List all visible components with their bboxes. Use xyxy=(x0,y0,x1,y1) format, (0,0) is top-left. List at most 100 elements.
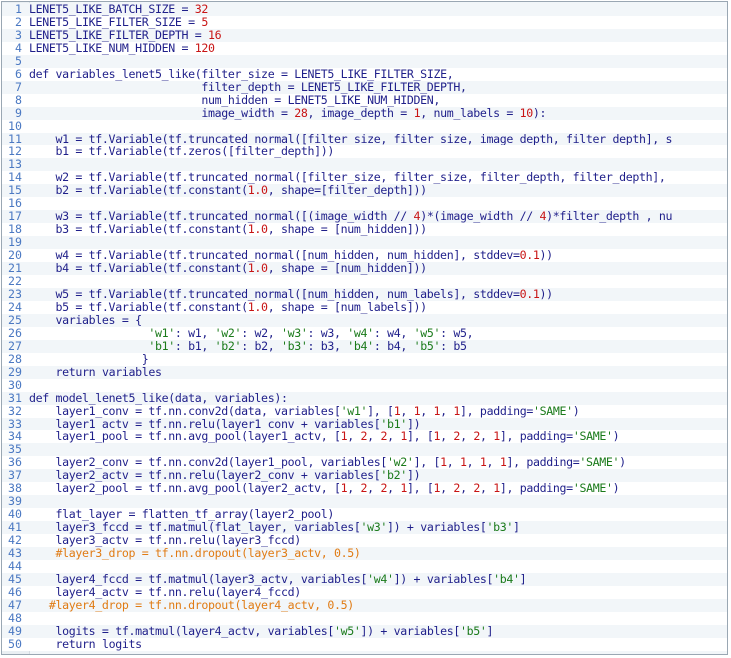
code-text: layer3_fccd = tf.matmul(flat_layer, vari… xyxy=(29,520,520,534)
code-token-plain: : b4, xyxy=(373,338,414,353)
code-text: b1 = tf.Variable(tf.zeros([filter_depth]… xyxy=(29,144,335,158)
code-token-num: 1 xyxy=(400,429,407,444)
code-token-plain: : b3, xyxy=(307,338,348,353)
code-token-plain: )) xyxy=(539,248,554,263)
code-token-plain: num_hidden = LENET5_LIKE_NUM_HIDDEN, xyxy=(29,92,441,107)
code-text: b4 = tf.Variable(tf.constant(1.0, shape … xyxy=(29,261,428,276)
code-line[interactable]: 29 return variables xyxy=(2,364,727,379)
code-line[interactable]: 12 b1 = tf.Variable(tf.zeros([filter_dep… xyxy=(2,144,727,159)
code-token-str: 'b5' xyxy=(413,338,441,353)
code-token-num: 1 xyxy=(440,455,447,470)
code-text: variables = { xyxy=(29,312,143,327)
code-token-plain: w2 = tf.Variable(tf.truncated_normal([fi… xyxy=(29,170,673,185)
line-number: 47 xyxy=(8,597,22,612)
line-number: 2 xyxy=(15,14,22,29)
code-text: layer1_conv = tf.nn.conv2d(data, variabl… xyxy=(29,403,580,418)
code-text: } xyxy=(29,351,149,366)
code-line[interactable]: 34 layer1_pool = tf.nn.avg_pool(layer1_a… xyxy=(2,429,727,444)
line-number: 48 xyxy=(8,610,22,625)
line-number: 4 xyxy=(15,40,22,55)
code-token-kw: def xyxy=(29,66,56,81)
code-token-plain: , xyxy=(387,429,401,444)
line-number: 26 xyxy=(8,325,22,340)
code-text: def variables_lenet5_like(filter_size = … xyxy=(29,66,454,81)
code-token-str: 'b5' xyxy=(459,623,487,638)
code-token-plain: b4 = tf.Variable(tf.constant( xyxy=(29,261,249,276)
code-token-num: 2 xyxy=(473,481,480,496)
code-token-plain: , xyxy=(347,481,361,496)
code-token-plain: ] xyxy=(513,520,520,535)
code-line[interactable]: 50 return logits xyxy=(2,636,727,651)
code-token-plain: layer1_actv = tf.nn.relu(layer1_conv + v… xyxy=(29,416,381,431)
line-number: 5 xyxy=(15,53,22,68)
code-token-plain: filter_depth = LENET5_LIKE_FILTER_DEPTH, xyxy=(29,79,467,94)
code-token-plain: w4 = tf.Variable(tf.truncated_normal([nu… xyxy=(29,248,520,263)
code-token-plain: logits = tf.matmul(layer4_actv, variable… xyxy=(29,623,335,638)
code-token-str: 'w2' xyxy=(214,325,242,340)
code-token-plain: )) xyxy=(539,286,554,301)
code-token-kw: return xyxy=(55,364,96,379)
code-text: layer4_fccd = tf.matmul(layer3_actv, var… xyxy=(29,572,527,586)
code-token-plain: : w3, xyxy=(307,325,348,340)
code-token-plain: model_lenet5_like(data, variables): xyxy=(55,390,288,405)
code-token-plain: : w4, xyxy=(373,325,414,340)
code-token-plain: LENET5_LIKE_FILTER_SIZE = xyxy=(29,14,202,29)
code-line[interactable]: 9 image_width = 28, image_depth = 1, num… xyxy=(2,105,727,120)
code-token-plain: , image_depth = xyxy=(307,105,414,120)
code-text: flat_layer = flatten_tf_array(layer2_poo… xyxy=(29,507,335,521)
code-line[interactable]: 18 b3 = tf.Variable(tf.constant(1.0, sha… xyxy=(2,222,727,237)
line-number: 29 xyxy=(8,364,22,379)
code-token-num: 1.0 xyxy=(247,183,268,198)
code-token-cmt: #layer4_drop = tf.nn.dropout(layer4_actv… xyxy=(29,597,354,612)
code-token-plain: layer3_actv = tf.nn.relu(layer3_fccd) xyxy=(29,533,302,548)
code-token-plain: , xyxy=(446,455,460,470)
code-token-plain: , xyxy=(460,429,474,444)
code-line[interactable]: 47 #layer4_drop = tf.nn.dropout(layer4_a… xyxy=(2,597,727,612)
code-token-str: 'w5' xyxy=(413,325,441,340)
code-token-plain: : w2, xyxy=(241,325,281,340)
code-text: LENET5_LIKE_NUM_HIDDEN = 120 xyxy=(29,41,215,55)
code-line[interactable]: 15 b2 = tf.Variable(tf.constant(1.0, sha… xyxy=(2,183,727,198)
code-token-plain: image_width = xyxy=(29,105,295,120)
code-line[interactable]: 43 #layer3_drop = tf.nn.dropout(layer3_a… xyxy=(2,547,727,560)
code-token-plain: variables xyxy=(95,364,162,379)
line-number: 31 xyxy=(8,390,22,405)
code-token-str: 'SAME' xyxy=(579,455,620,470)
code-token-str: 'SAME' xyxy=(572,481,613,496)
code-text: return variables xyxy=(29,365,162,379)
code-text: layer2_conv = tf.nn.conv2d(layer1_pool, … xyxy=(29,455,627,470)
code-token-plain: variables = { xyxy=(29,312,143,327)
code-token-num: 1.0 xyxy=(247,222,268,237)
code-line[interactable]: 21 b4 = tf.Variable(tf.constant(1.0, sha… xyxy=(2,261,727,276)
code-token-plain: ) xyxy=(572,403,580,418)
code-token-str: 'b2' xyxy=(214,338,242,353)
code-text: layer4_actv = tf.nn.relu(layer4_fccd) xyxy=(29,585,302,599)
code-text: w3 = tf.Variable(tf.truncated_normal([(i… xyxy=(29,209,673,223)
code-token-plain: , xyxy=(367,429,381,444)
code-token-plain: w1 = tf.Variable(tf.truncated_normal([fi… xyxy=(29,131,673,146)
code-text: LENET5_LIKE_BATCH_SIZE = 32 xyxy=(29,2,208,16)
code-token-plain: ], [ xyxy=(367,403,394,418)
code-token-plain: , shape = [num_labels])) xyxy=(267,299,427,314)
code-token-plain: , xyxy=(440,403,454,418)
code-line[interactable]: 4 LENET5_LIKE_NUM_HIDDEN = 120 xyxy=(2,40,727,55)
code-text: b3 = tf.Variable(tf.constant(1.0, shape … xyxy=(29,222,428,237)
code-text: b2 = tf.Variable(tf.constant(1.0, shape=… xyxy=(29,183,428,198)
code-token-plain: , xyxy=(400,403,414,418)
code-token-plain: ) xyxy=(612,429,620,444)
code-line[interactable]: 38 layer2_pool = tf.nn.avg_pool(layer2_a… xyxy=(2,481,727,496)
code-text: layer2_actv = tf.nn.relu(layer2_conv + v… xyxy=(29,468,421,482)
code-token-plain: ) xyxy=(619,455,626,470)
line-number: 9 xyxy=(15,105,22,120)
code-token-plain: layer3_fccd = tf.matmul(flat_layer, vari… xyxy=(29,520,361,535)
line-number: 23 xyxy=(8,286,22,301)
code-editor[interactable]: 1 LENET5_LIKE_BATCH_SIZE = 32 2 LENET5_LIKE… xyxy=(1,1,728,655)
code-text: layer1_actv = tf.nn.relu(layer1_conv + v… xyxy=(29,416,421,431)
code-token-plain: } xyxy=(29,351,149,366)
line-number: 50 xyxy=(8,636,22,651)
line-number: 30 xyxy=(8,377,22,392)
code-text: logits = tf.matmul(layer4_actv, variable… xyxy=(29,623,494,638)
code-token-plain: , shape = [num_hidden])) xyxy=(267,261,427,276)
